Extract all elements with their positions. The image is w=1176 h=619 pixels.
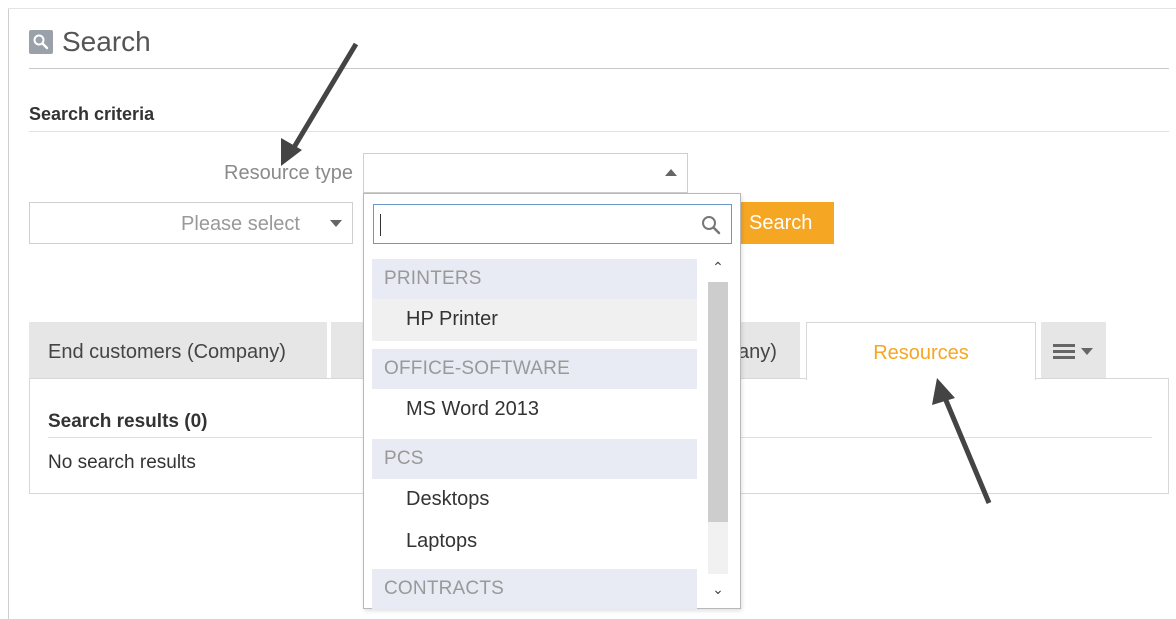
search-button[interactable]: Search — [738, 202, 834, 244]
option-ms-word-2013[interactable]: MS Word 2013 — [372, 389, 697, 431]
page-header: Search — [29, 24, 151, 60]
list-menu-icon — [1053, 341, 1075, 362]
caret-down-icon — [330, 220, 342, 227]
frame-border-top — [8, 8, 1176, 9]
search-icon — [702, 216, 721, 235]
scroll-track[interactable] — [708, 282, 728, 574]
option-hp-printer[interactable]: HP Printer — [372, 299, 697, 341]
dropdown-list: PRINTERS HP Printer OFFICE-SOFTWARE MS W… — [372, 259, 697, 609]
search-icon — [29, 30, 53, 54]
chevron-down-icon — [1081, 348, 1093, 356]
resource-type-dropdown[interactable]: PRINTERS HP Printer OFFICE-SOFTWARE MS W… — [363, 193, 741, 609]
tab-company-partial[interactable]: any) — [738, 322, 800, 379]
option-desktops[interactable]: Desktops — [372, 479, 697, 521]
caret-up-icon — [665, 169, 677, 176]
group-printers: PRINTERS — [372, 259, 697, 299]
dropdown-search-input[interactable] — [373, 204, 732, 244]
criteria-select-value: Please select — [181, 213, 300, 235]
group-contracts: CONTRACTS — [372, 569, 697, 609]
tab-resources[interactable]: Resources — [806, 322, 1036, 380]
results-empty-text: No search results — [48, 452, 196, 473]
results-title: Search results (0) — [48, 411, 208, 432]
group-office-software: OFFICE-SOFTWARE — [372, 349, 697, 389]
option-laptops[interactable]: Laptops — [372, 521, 697, 563]
text-cursor — [380, 214, 381, 236]
dropdown-scrollbar[interactable]: ⌃ ⌄ — [704, 256, 732, 600]
resource-type-label: Resource type — [224, 162, 353, 184]
tab-menu-button[interactable] — [1041, 322, 1106, 379]
frame-border-left — [8, 8, 9, 619]
group-pcs: PCS — [372, 439, 697, 479]
criteria-select[interactable]: Please select — [29, 202, 353, 244]
tab-end-customers[interactable]: End customers (Company) — [29, 322, 327, 379]
scroll-thumb[interactable] — [708, 282, 728, 522]
resource-type-select[interactable] — [363, 153, 688, 193]
title-divider — [29, 68, 1169, 69]
search-criteria-heading: Search criteria — [29, 104, 155, 124]
annotation-arrow-resource-type — [287, 42, 359, 156]
scroll-down-icon[interactable]: ⌄ — [704, 578, 732, 600]
section-divider — [29, 131, 1169, 132]
scroll-up-icon[interactable]: ⌃ — [704, 256, 732, 278]
page-title: Search — [62, 26, 151, 57]
